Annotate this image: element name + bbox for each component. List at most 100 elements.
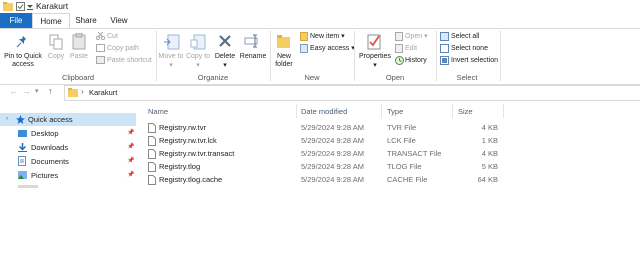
table-row[interactable]: Registry.rw.tvr 5/29/2024 9:28 AM TVR Fi… xyxy=(143,121,503,134)
column-divider[interactable] xyxy=(381,104,382,118)
folder-icon xyxy=(68,88,78,97)
file-name: Registry.rw.tvr.lck xyxy=(159,136,217,145)
breadcrumb-karakurt[interactable]: Karakurt xyxy=(89,88,117,97)
sidebar-item-label: Quick access xyxy=(28,115,73,124)
file-size: 1 KB xyxy=(481,136,498,145)
copy-path-button[interactable]: Copy path xyxy=(107,44,139,53)
separator xyxy=(354,31,355,81)
select-all-button[interactable]: Select all xyxy=(451,32,479,41)
open-button[interactable]: Open ▾ xyxy=(405,32,428,41)
desktop-icon xyxy=(18,130,27,137)
copy-icon xyxy=(49,34,63,50)
table-row[interactable]: Registry.rw.tvr.transact 5/29/2024 9:28 … xyxy=(143,147,503,160)
pin-icon[interactable]: 📌 xyxy=(127,155,134,168)
column-header-name[interactable]: Name xyxy=(148,107,168,116)
delete-chevron-icon[interactable]: ▾ xyxy=(212,62,238,70)
sidebar-item-downloads[interactable]: Downloads 📌 xyxy=(0,141,136,154)
file-type: CACHE File xyxy=(387,175,428,184)
up-arrow-icon[interactable]: ↑ xyxy=(48,86,53,96)
tab-view[interactable]: View xyxy=(104,13,134,28)
file-date: 5/29/2024 9:28 AM xyxy=(301,123,364,132)
new-item-icon xyxy=(300,32,308,41)
address-bar[interactable]: › Karakurt xyxy=(64,85,640,101)
cut-button[interactable]: Cut xyxy=(107,32,118,41)
sidebar-item-label: Downloads xyxy=(31,143,69,152)
paste-shortcut-button[interactable]: Paste shortcut xyxy=(107,56,152,65)
sidebar-item-label: Desktop xyxy=(31,129,59,138)
file-date: 5/29/2024 9:28 AM xyxy=(301,162,364,171)
easy-access-button[interactable]: Easy access ▾ xyxy=(310,44,355,53)
copy-button[interactable]: Copy xyxy=(45,53,67,61)
recent-locations-icon[interactable]: ▾ xyxy=(35,87,39,95)
table-row[interactable]: Registry.tlog 5/29/2024 9:28 AM TLOG Fil… xyxy=(143,160,503,173)
properties-chevron-icon[interactable]: ▾ xyxy=(358,62,392,70)
pin-icon[interactable]: 📌 xyxy=(127,169,134,182)
delete-button[interactable]: Delete xyxy=(212,53,238,61)
rename-icon xyxy=(244,34,258,48)
column-divider[interactable] xyxy=(296,104,297,118)
new-folder-button[interactable]: New folder xyxy=(272,53,296,69)
move-to-icon xyxy=(164,34,180,50)
file-icon xyxy=(148,149,156,159)
separator xyxy=(436,31,437,81)
file-size: 4 KB xyxy=(481,149,498,158)
file-date: 5/29/2024 9:28 AM xyxy=(301,149,364,158)
back-arrow-icon[interactable]: ← xyxy=(9,86,18,96)
sidebar-item-desktop[interactable]: Desktop 📌 xyxy=(0,127,136,140)
pictures-icon xyxy=(18,171,27,179)
new-item-button[interactable]: New item ▾ xyxy=(310,32,345,41)
column-divider[interactable] xyxy=(503,104,504,118)
copy-to-button[interactable]: Copy to xyxy=(185,53,211,61)
sidebar-item-documents[interactable]: Documents 📌 xyxy=(0,155,136,168)
pin-icon[interactable]: 📌 xyxy=(127,127,134,140)
file-name: Registry.rw.tvr.transact xyxy=(159,149,235,158)
file-type: TVR File xyxy=(387,123,417,132)
sidebar-item-label: Pictures xyxy=(31,171,59,180)
column-header-type[interactable]: Type xyxy=(387,107,403,116)
ribbon: Pin to Quick access Copy Paste Cut Copy … xyxy=(0,28,640,85)
file-size: 4 KB xyxy=(481,123,498,132)
select-none-button[interactable]: Select none xyxy=(451,44,488,53)
select-group-label: Select xyxy=(456,73,478,82)
sidebar-item-quick-access[interactable]: › Quick access xyxy=(0,113,136,126)
tab-home[interactable]: Home xyxy=(32,13,70,28)
file-icon xyxy=(148,123,156,133)
properties-quick-icon[interactable] xyxy=(16,2,25,11)
edit-button[interactable]: Edit xyxy=(405,44,417,53)
edit-icon xyxy=(395,44,403,53)
history-button[interactable]: History xyxy=(405,56,427,65)
table-row[interactable]: Registry.tlog.cache 5/29/2024 9:28 AM CA… xyxy=(143,173,503,186)
breadcrumb-chevron-icon[interactable]: › xyxy=(81,87,84,96)
properties-icon xyxy=(367,34,381,50)
open-icon xyxy=(395,32,403,41)
rename-button[interactable]: Rename xyxy=(239,53,267,61)
move-to-chevron-icon[interactable]: ▾ xyxy=(158,62,184,70)
sidebar-item-pictures[interactable]: Pictures 📌 xyxy=(0,169,136,182)
tab-file[interactable]: File xyxy=(0,13,32,28)
sidebar-item-partial xyxy=(18,185,38,188)
expand-chevron-icon[interactable]: › xyxy=(6,113,8,126)
file-name: Registry.tlog.cache xyxy=(159,175,223,184)
table-row[interactable]: Registry.rw.tvr.lck 5/29/2024 9:28 AM LC… xyxy=(143,134,503,147)
documents-icon xyxy=(18,156,26,166)
paste-button[interactable]: Paste xyxy=(68,53,90,61)
pin-quick-access-button[interactable]: Pin to Quick access xyxy=(2,53,44,69)
move-to-button[interactable]: Move to xyxy=(158,53,184,61)
column-header-date[interactable]: Date modified xyxy=(301,107,347,116)
invert-selection-icon xyxy=(440,56,449,65)
column-divider[interactable] xyxy=(452,104,453,118)
history-icon xyxy=(395,56,404,65)
new-group-label: New xyxy=(304,73,320,82)
tab-share[interactable]: Share xyxy=(70,13,102,28)
copy-path-icon xyxy=(96,44,105,52)
copy-to-chevron-icon[interactable]: ▾ xyxy=(185,62,211,70)
window-title: Karakurt xyxy=(36,1,69,11)
file-name: Registry.rw.tvr xyxy=(159,123,206,132)
clipboard-group-label: Clipboard xyxy=(61,73,95,82)
pin-icon[interactable]: 📌 xyxy=(127,141,134,154)
column-header-size[interactable]: Size xyxy=(458,107,473,116)
customize-toolbar-icon[interactable] xyxy=(27,2,33,11)
properties-button[interactable]: Properties xyxy=(358,53,392,61)
forward-arrow-icon[interactable]: → xyxy=(22,86,31,96)
invert-selection-button[interactable]: Invert selection xyxy=(451,56,498,65)
